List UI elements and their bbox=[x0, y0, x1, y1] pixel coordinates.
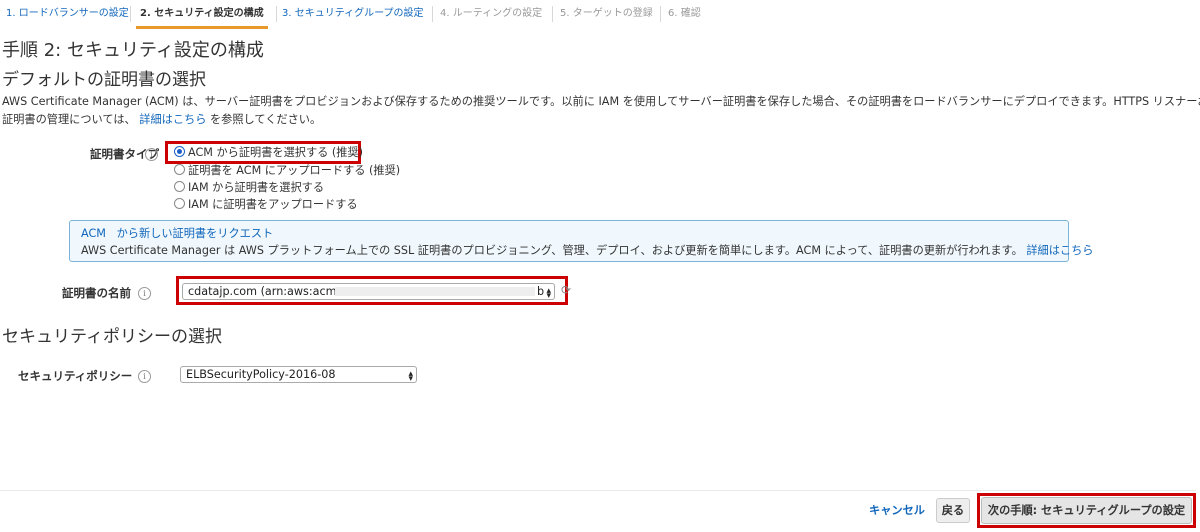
security-policy-select[interactable]: ELBSecurityPolicy-2016-08 ▴ ▾ bbox=[180, 366, 417, 384]
acm-learn-more-link[interactable]: 詳細はこちら bbox=[1026, 244, 1093, 257]
radio-button[interactable] bbox=[174, 198, 185, 209]
masked-arn bbox=[335, 287, 535, 296]
footer-divider bbox=[0, 490, 1196, 491]
security-policy-label: セキュリティポリシー bbox=[18, 369, 133, 383]
radio-button[interactable] bbox=[174, 146, 185, 157]
step-routing: 4. ルーティングの設定 bbox=[440, 8, 543, 19]
next-button[interactable]: 次の手順: セキュリティグループの設定 bbox=[981, 497, 1192, 524]
radio-label: 証明書を ACM にアップロードする (推奨) bbox=[188, 164, 401, 177]
acm-info-box: ACM から新しい証明書をリクエスト AWS Certificate Manag… bbox=[69, 220, 1093, 262]
cert-name-tail: b bbox=[537, 285, 545, 298]
step-separator bbox=[552, 6, 553, 22]
radio-button[interactable] bbox=[174, 181, 185, 192]
info-icon[interactable]: i bbox=[138, 370, 151, 383]
security-policy-value: ELBSecurityPolicy-2016-08 bbox=[186, 368, 336, 381]
step-separator bbox=[660, 6, 661, 22]
page-title: 手順 2: セキュリティ設定の構成 bbox=[2, 40, 264, 61]
radio-iam-select[interactable]: IAM から証明書を選択する bbox=[174, 179, 324, 196]
radio-label: IAM から証明書を選択する bbox=[188, 181, 325, 194]
radio-iam-upload[interactable]: IAM に証明書をアップロードする bbox=[174, 196, 358, 213]
cert-description: AWS Certificate Manager (ACM) は、サーバー証明書を… bbox=[2, 93, 1200, 129]
cert-description-line2-pre: 証明書の管理については、 bbox=[2, 113, 136, 126]
cert-description-line1: AWS Certificate Manager (ACM) は、サーバー証明書を… bbox=[2, 95, 1200, 108]
policy-section-title: セキュリティポリシーの選択 bbox=[2, 327, 222, 347]
wizard-steps: 1. ロードバランサーの設定 2. セキュリティ設定の構成 3. セキュリティグ… bbox=[0, 0, 1200, 32]
acm-link[interactable]: ACM bbox=[81, 227, 106, 240]
info-icon[interactable]: i bbox=[145, 148, 158, 161]
cert-section-title: デフォルトの証明書の選択 bbox=[2, 70, 206, 90]
cancel-button[interactable]: キャンセル bbox=[860, 501, 934, 521]
radio-label: ACM から証明書を選択する (推奨) bbox=[188, 146, 364, 159]
cert-name-select[interactable]: cdatajp.com (arn:aws:acm: b ▴ ▾ bbox=[182, 283, 555, 301]
radio-button[interactable] bbox=[174, 164, 185, 175]
radio-acm-upload[interactable]: 証明書を ACM にアップロードする (推奨) bbox=[174, 162, 400, 179]
step-load-balancer[interactable]: 1. ロードバランサーの設定 bbox=[6, 0, 129, 28]
info-icon[interactable]: i bbox=[138, 287, 151, 300]
acm-info-text: AWS Certificate Manager は AWS プラットフォーム上で… bbox=[81, 244, 1023, 257]
radio-label: IAM に証明書をアップロードする bbox=[188, 198, 358, 211]
chevron-updown-icon: ▴ ▾ bbox=[408, 369, 413, 384]
cert-name-value: cdatajp.com (arn:aws:acm: bbox=[188, 285, 341, 298]
learn-more-link[interactable]: 詳細はこちら bbox=[139, 113, 206, 126]
back-button[interactable]: 戻る bbox=[936, 498, 970, 523]
chevron-updown-icon: ▴ ▾ bbox=[546, 286, 551, 301]
step-separator bbox=[432, 6, 433, 22]
refresh-icon[interactable]: ⟳ bbox=[561, 283, 571, 297]
step-security-settings: 2. セキュリティ設定の構成 bbox=[136, 0, 268, 29]
radio-acm-select[interactable]: ACM から証明書を選択する (推奨) bbox=[174, 144, 363, 161]
step-separator bbox=[130, 6, 131, 22]
step-security-groups[interactable]: 3. セキュリティグループの設定 bbox=[282, 0, 424, 28]
cert-description-line2-post: を参照してください。 bbox=[206, 113, 322, 126]
step-separator bbox=[276, 6, 277, 22]
step-register-targets: 5. ターゲットの登録 bbox=[560, 8, 653, 19]
request-cert-link[interactable]: から新しい証明書をリクエスト bbox=[117, 227, 274, 240]
cert-name-label: 証明書の名前 bbox=[62, 286, 131, 300]
step-review: 6. 確認 bbox=[668, 8, 701, 19]
